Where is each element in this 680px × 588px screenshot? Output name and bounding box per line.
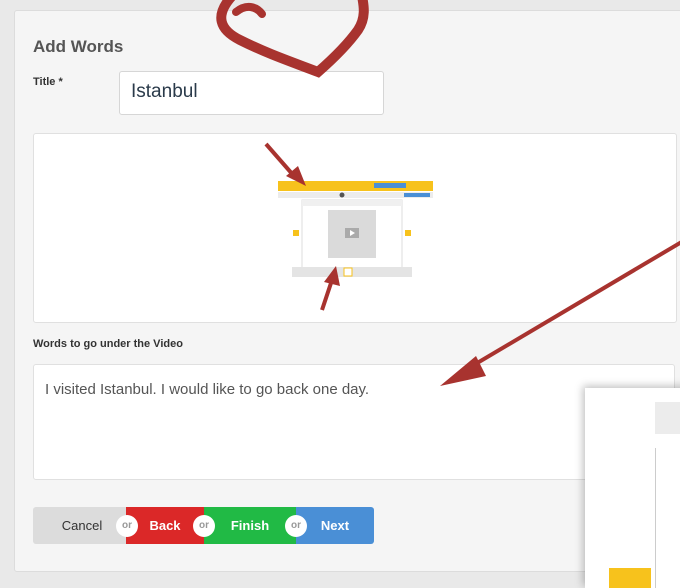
or-separator: or [193, 515, 215, 537]
or-separator: or [285, 515, 307, 537]
annotation-layer [216, 0, 680, 386]
words-arrow-line [460, 240, 680, 374]
heart-scribble-curl [232, 3, 266, 18]
or-separator: or [116, 515, 138, 537]
